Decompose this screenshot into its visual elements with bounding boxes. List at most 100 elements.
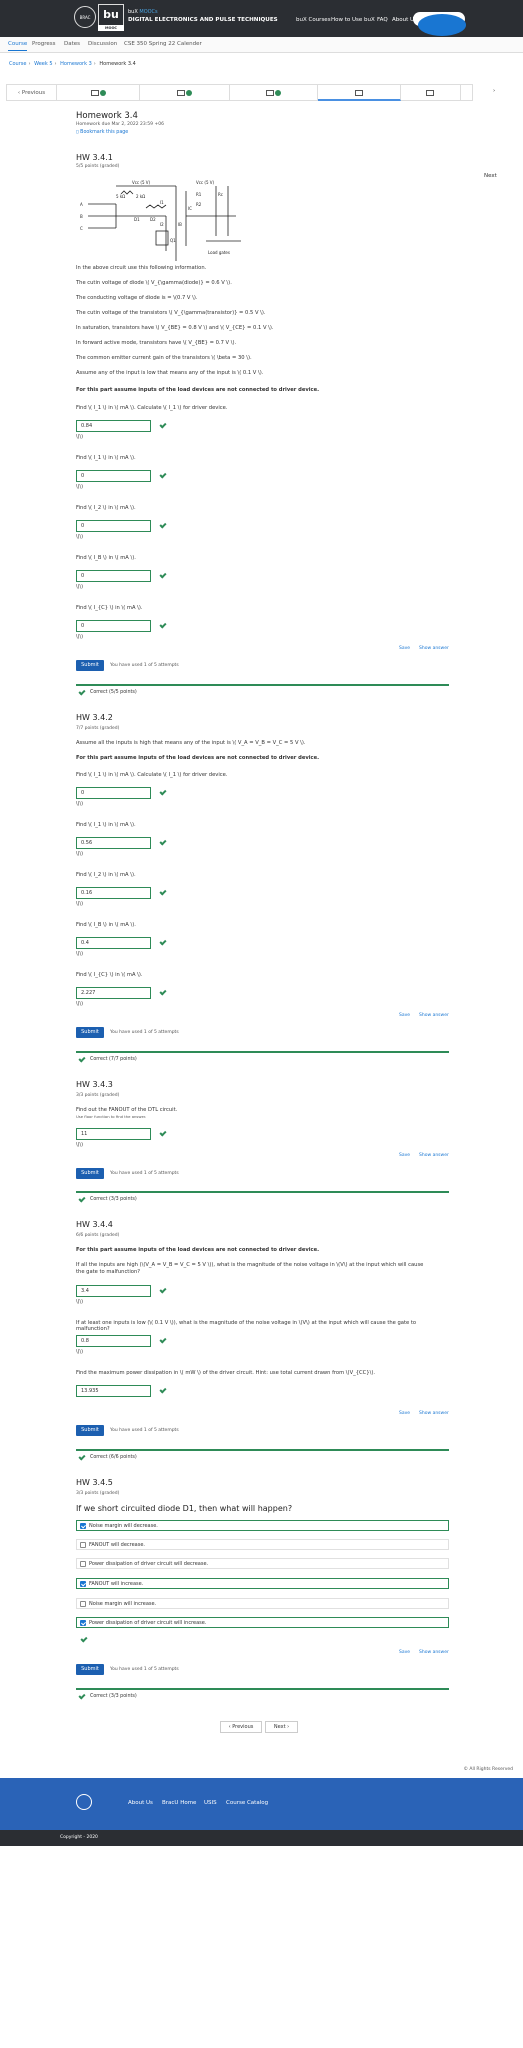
edit-icon <box>426 89 434 96</box>
show-answer-button[interactable]: Show answer <box>419 646 449 651</box>
question-title: HW 3.4.1 <box>76 153 113 162</box>
fact: The cutin voltage of diode \( V_{\gamma(… <box>76 280 232 286</box>
show-answer-button[interactable]: Show answer <box>419 1650 449 1655</box>
edit-icon <box>354 89 363 96</box>
save-button[interactable]: Save <box>399 1013 410 1018</box>
seq-next-label[interactable]: Next <box>484 173 497 179</box>
option-row[interactable]: Noise margin will decrease. <box>76 1520 449 1531</box>
tab-progress[interactable]: Progress <box>32 41 55 47</box>
answer-input[interactable]: 3.4 <box>76 1285 151 1297</box>
show-answer-button[interactable]: Show answer <box>419 1153 449 1158</box>
part-prompt: Find \( I_2 \) in \( mA \). <box>76 505 136 511</box>
answer-input[interactable]: 0.16 <box>76 887 151 899</box>
option-row[interactable]: FANOUT will increase. <box>76 1578 449 1589</box>
save-button[interactable]: Save <box>399 646 410 651</box>
breadcrumb-homework[interactable]: Homework 3 <box>60 61 92 67</box>
circuit-label-r1-load: R1 <box>196 192 202 197</box>
unit-label: \(\) <box>76 802 83 807</box>
answer-input[interactable]: 0.8 <box>76 1335 151 1347</box>
unit-label: \(\) <box>76 852 83 857</box>
option-row[interactable]: FANOUT will decrease. <box>76 1539 449 1550</box>
complete-icon <box>275 89 281 96</box>
submit-button[interactable]: Submit <box>76 1664 104 1675</box>
save-button[interactable]: Save <box>399 1153 410 1158</box>
unit-label: \(\) <box>76 1002 83 1007</box>
breadcrumb-course[interactable]: Course <box>9 61 26 67</box>
attempts-text: You have used 1 of 5 attempts <box>110 1428 179 1433</box>
circuit-label-ic: IC <box>188 206 192 211</box>
correct-check-icon <box>159 1129 167 1137</box>
nav-how-to-use[interactable]: How to Use buX <box>331 17 375 23</box>
circuit-label-vcc-load: Vcc (5 V) <box>196 180 215 185</box>
answer-input[interactable]: 0 <box>76 520 151 532</box>
correct-check-icon <box>159 1386 167 1394</box>
circuit-label-d1: D1 <box>134 217 140 222</box>
bookmark-link[interactable]: ▯ Bookmark this page <box>76 130 128 135</box>
checkbox[interactable] <box>80 1601 86 1607</box>
answer-input[interactable]: 0.56 <box>76 837 151 849</box>
part-prompt: Find \( I_B \) in \( mA \). <box>76 922 136 928</box>
submit-button[interactable]: Submit <box>76 1425 104 1436</box>
answer-input[interactable]: 0 <box>76 570 151 582</box>
checkbox-checked[interactable] <box>80 1581 86 1587</box>
seq-unit-2[interactable] <box>140 85 230 101</box>
logo[interactable]: BRAC UNIVERSITY bu MOOC <box>74 4 126 42</box>
correct-check-icon <box>159 521 167 529</box>
seq-unit-1[interactable] <box>57 85 140 101</box>
footer-about-link[interactable]: About Us <box>128 1800 153 1806</box>
chevron-right-icon[interactable]: › <box>493 88 495 94</box>
submit-button[interactable]: Submit <box>76 660 104 671</box>
answer-input[interactable]: 13.935 <box>76 1385 151 1397</box>
avatar[interactable] <box>418 14 466 36</box>
nav-buxcourses[interactable]: buX Courses <box>296 17 331 23</box>
save-button[interactable]: Save <box>399 1411 410 1416</box>
complete-icon <box>186 89 192 96</box>
checkbox[interactable] <box>80 1542 86 1548</box>
footer-usis-link[interactable]: USIS <box>204 1800 217 1806</box>
checkbox[interactable] <box>80 1561 86 1567</box>
tab-calendar[interactable]: CSE 350 Spring 22 Calender <box>124 41 202 47</box>
answer-input[interactable]: 0 <box>76 787 151 799</box>
answer-input[interactable]: 0 <box>76 470 151 482</box>
answer-input[interactable]: 2.227 <box>76 987 151 999</box>
part-prompt: Find \( I_1 \) in \( mA \). Calculate \(… <box>76 772 228 778</box>
seq-previous-button[interactable]: ‹ Previous <box>7 85 57 101</box>
tab-course[interactable]: Course <box>8 41 28 51</box>
answer-input[interactable]: 0.4 <box>76 937 151 949</box>
checkbox-checked[interactable] <box>80 1620 86 1626</box>
checkbox-checked[interactable] <box>80 1523 86 1529</box>
circuit-label-load-gates: Load gates <box>208 250 230 255</box>
correct-check-icon <box>159 1336 167 1344</box>
nav-faq[interactable]: FAQ <box>377 17 388 23</box>
status-bar <box>76 684 449 686</box>
fact: In forward active mode, transistors have… <box>76 340 237 346</box>
footer-catalog-link[interactable]: Course Catalog <box>226 1800 268 1806</box>
tab-dates[interactable]: Dates <box>64 41 80 47</box>
part-prompt: Find \( I_{C} \) in \( mA \). <box>76 605 143 611</box>
submit-button[interactable]: Submit <box>76 1027 104 1038</box>
footer-bracu-link[interactable]: BracU Home <box>162 1800 196 1806</box>
option-row[interactable]: Power dissipation of driver circuit will… <box>76 1558 449 1569</box>
unit-label: \(\) <box>76 1300 83 1305</box>
seq-next-button[interactable] <box>461 85 473 101</box>
submit-button[interactable]: Submit <box>76 1168 104 1179</box>
unit-label: \(\) <box>76 485 83 490</box>
answer-input[interactable]: 0 <box>76 620 151 632</box>
option-row[interactable]: Noise margin will increase. <box>76 1598 449 1609</box>
show-answer-button[interactable]: Show answer <box>419 1013 449 1018</box>
save-button[interactable]: Save <box>399 1650 410 1655</box>
show-answer-button[interactable]: Show answer <box>419 1411 449 1416</box>
course-title: DIGITAL ELECTRONICS AND PULSE TECHNIQUES <box>128 17 278 23</box>
seq-unit-4[interactable] <box>318 85 401 101</box>
seq-unit-3[interactable] <box>230 85 318 101</box>
next-button[interactable]: Next › <box>265 1721 298 1733</box>
answer-input[interactable]: 0.84 <box>76 420 151 432</box>
hint-text: Use floor function to find the answer. <box>76 1114 147 1119</box>
seq-unit-5[interactable] <box>401 85 461 101</box>
option-row[interactable]: Power dissipation of driver circuit will… <box>76 1617 449 1628</box>
previous-button[interactable]: ‹ Previous <box>220 1721 262 1733</box>
answer-input[interactable]: 11 <box>76 1128 151 1140</box>
tab-discussion[interactable]: Discussion <box>88 41 117 47</box>
circuit-label-r2-load: R2 <box>196 202 202 207</box>
breadcrumb-week[interactable]: Week 5 <box>34 61 52 67</box>
